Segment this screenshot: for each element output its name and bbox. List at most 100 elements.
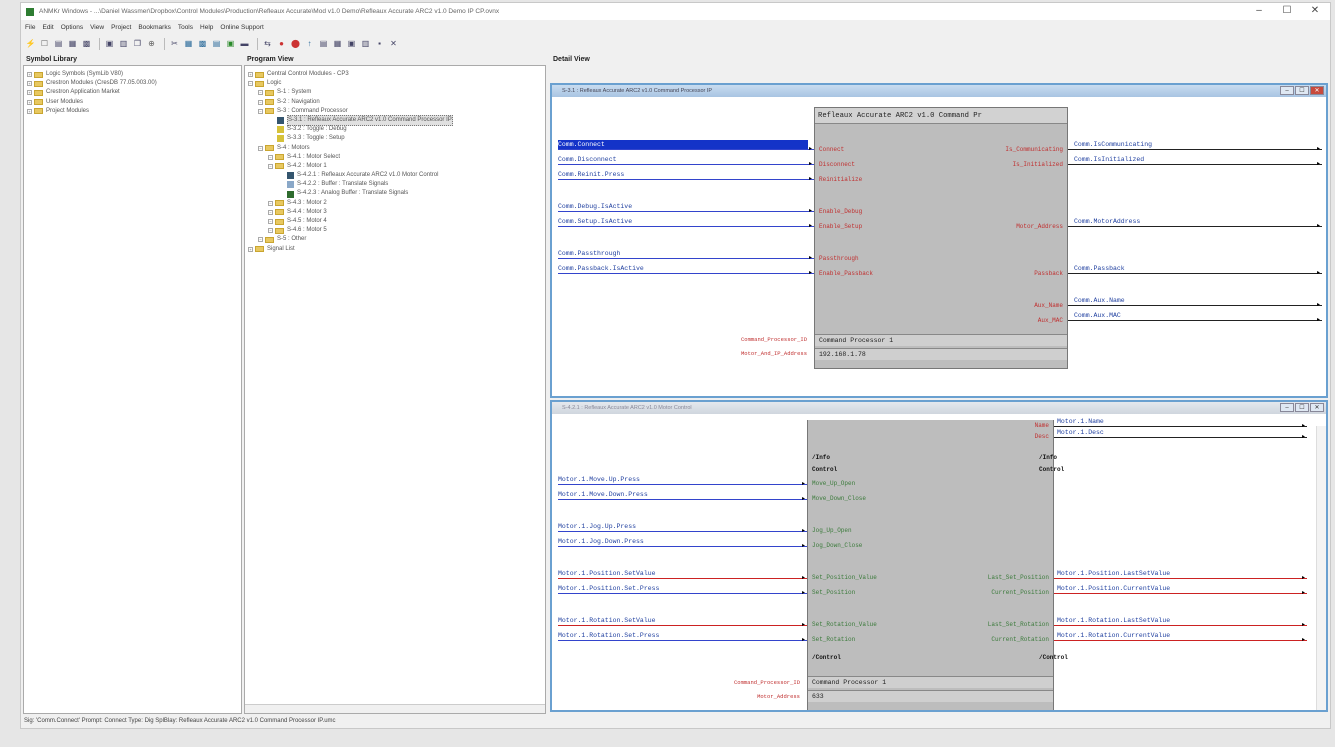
tree-item[interactable]: − S-4.6 : Motor 5 <box>248 226 545 235</box>
signal-name[interactable]: Motor.1.Rotation.CurrentValue <box>1057 631 1170 640</box>
expand-toggle[interactable]: − <box>258 108 263 114</box>
expand-toggle[interactable]: − <box>258 145 263 151</box>
print-preview-icon[interactable]: ▥ <box>118 39 129 50</box>
expand-toggle[interactable]: + <box>27 72 32 78</box>
connect-icon[interactable]: ⇆ <box>262 39 273 50</box>
signal-name[interactable]: Comm.Passback <box>1074 264 1125 273</box>
signal-name[interactable]: Comm.Aux.MAC <box>1074 311 1121 320</box>
cascade-icon[interactable]: ▤ <box>211 39 222 50</box>
tree-item[interactable]: − S-4 : Motors <box>248 144 545 153</box>
tree-item[interactable]: S-4.2.2 : Buffer : Translate Signals <box>248 180 545 189</box>
signal-name[interactable]: Comm.IsCommunicating <box>1074 140 1152 149</box>
stop-icon[interactable]: ● <box>276 39 287 50</box>
maximize-button[interactable]: ☐ <box>1274 5 1300 16</box>
tree-item[interactable]: + Crestron Application Market <box>27 88 241 97</box>
expand-toggle[interactable]: − <box>268 219 273 225</box>
signal-name[interactable]: Comm.MotorAddress <box>1074 217 1140 226</box>
menu-view[interactable]: View <box>90 24 104 31</box>
menu-options[interactable]: Options <box>61 24 83 31</box>
tree-item[interactable]: + Central Control Modules - CP3 <box>248 70 545 79</box>
signal-name[interactable]: Motor.1.Position.CurrentValue <box>1057 584 1170 593</box>
tree-item[interactable]: S-3.3 : Toggle : Setup <box>248 134 545 143</box>
tree-item[interactable]: − S-4.4 : Motor 3 <box>248 208 545 217</box>
menu-file[interactable]: File <box>25 24 35 31</box>
signal-name[interactable]: Comm.Debug.IsActive <box>558 202 632 211</box>
tree-item[interactable]: − S-4.1 : Motor Select <box>248 153 545 162</box>
signal-name[interactable]: Motor.1.Rotation.Set.Press <box>558 631 659 640</box>
window-2-close[interactable]: ✕ <box>1310 403 1324 412</box>
tree-item[interactable]: + User Modules <box>27 98 241 107</box>
window-2-maximize[interactable]: ☐ <box>1295 403 1309 412</box>
open-icon[interactable]: ▤ <box>53 39 64 50</box>
expand-toggle[interactable]: − <box>268 200 273 206</box>
signal-icon[interactable]: ↑ <box>304 39 315 50</box>
list-icon[interactable]: ▤ <box>318 39 329 50</box>
expand-toggle[interactable]: + <box>248 72 253 78</box>
signal-name[interactable]: Comm.Connect <box>558 140 808 149</box>
tree-item[interactable]: S-3.2 : Toggle : Debug <box>248 125 545 134</box>
tree-item[interactable]: S-4.2.1 : Refleaux Accurate ARC2 v1.0 Mo… <box>248 171 545 180</box>
expand-toggle[interactable]: − <box>268 154 273 160</box>
signal-name[interactable]: Motor.1.Position.Set.Press <box>558 584 659 593</box>
tree-item[interactable]: − S-1 : System <box>248 88 545 97</box>
tree-item[interactable]: − S-4.3 : Motor 2 <box>248 199 545 208</box>
signal-name[interactable]: Motor.1.Move.Up.Press <box>558 475 640 484</box>
menu-bookmarks[interactable]: Bookmarks <box>138 24 171 31</box>
menu-project[interactable]: Project <box>111 24 131 31</box>
transfer-icon[interactable]: ▬ <box>239 39 250 50</box>
expand-toggle[interactable]: − <box>268 228 273 234</box>
tree-item[interactable]: + Logic Symbols (SymLib V80) <box>27 70 241 79</box>
signal-name[interactable]: Comm.Aux.Name <box>1074 296 1125 305</box>
grid-icon[interactable]: ▦ <box>183 39 194 50</box>
lightning-icon[interactable]: ⚡ <box>25 39 36 50</box>
function-block[interactable]: Refleaux Accurate ARC2 v1.0 Command Pr C… <box>814 107 1068 369</box>
window-1-close[interactable]: ✕ <box>1310 86 1324 95</box>
close-all-icon[interactable]: ✕ <box>388 39 399 50</box>
signal-name[interactable]: Motor.1.Desc <box>1057 428 1104 437</box>
parameter-field[interactable]: 633 <box>808 690 1053 702</box>
function-block[interactable]: Name Desc/Info/Info Control Control Move_Up_… <box>807 420 1068 710</box>
debug-icon[interactable]: ⬤ <box>290 39 301 50</box>
signal-name[interactable]: Comm.Reinit.Press <box>558 170 624 179</box>
expand-toggle[interactable]: − <box>248 81 253 87</box>
tree-item[interactable]: + Project Modules <box>27 107 241 116</box>
expand-toggle[interactable]: + <box>27 99 32 105</box>
expand-toggle[interactable]: − <box>258 90 263 96</box>
menu-edit[interactable]: Edit <box>42 24 53 31</box>
signal-name[interactable]: Motor.1.Move.Down.Press <box>558 490 648 499</box>
tree-item[interactable]: − S-4.2 : Motor 1 <box>248 162 545 171</box>
menu-tools[interactable]: Tools <box>178 24 193 31</box>
motor-control-window[interactable]: S-4.2.1 : Refleaux Accurate ARC2 v1.0 Mo… <box>550 400 1328 712</box>
window-1-maximize[interactable]: ☐ <box>1295 86 1309 95</box>
expand-toggle[interactable]: − <box>258 99 263 105</box>
command-processor-window[interactable]: S-3.1 : Refleaux Accurate ARC2 v1.0 Comm… <box>550 83 1328 398</box>
parameter-field[interactable]: Command Processor 1 <box>815 334 1067 346</box>
new-file-icon[interactable]: ☐ <box>39 39 50 50</box>
signal-name[interactable]: Comm.IsInitialized <box>1074 155 1144 164</box>
tree-item[interactable]: − S-5 : Other <box>248 235 545 244</box>
menu-help[interactable]: Help <box>200 24 213 31</box>
signal-name[interactable]: Motor.1.Jog.Up.Press <box>558 522 636 531</box>
copy-icon[interactable]: ❐ <box>132 39 143 50</box>
tree-item[interactable]: + Crestron Modules (CresDB 77.05.003.00) <box>27 79 241 88</box>
tree-item[interactable]: + Signal List <box>248 245 545 254</box>
signal-name[interactable]: Comm.Disconnect <box>558 155 617 164</box>
tree-item[interactable]: − Logic <box>248 79 545 88</box>
compile-icon[interactable]: ▣ <box>225 39 236 50</box>
save-all-icon[interactable]: ▩ <box>81 39 92 50</box>
tree-item[interactable]: S-3.1 : Refleaux Accurate ARC2 v1.0 Comm… <box>248 114 545 127</box>
signal-name[interactable]: Comm.Setup.IsActive <box>558 217 632 226</box>
parameter-field[interactable]: 192.168.1.78 <box>815 348 1067 360</box>
tree-item[interactable]: − S-4.5 : Motor 4 <box>248 217 545 226</box>
signal-name[interactable]: Motor.1.Rotation.SetValue <box>558 616 656 625</box>
tree-item[interactable]: S-4.2.3 : Analog Buffer : Translate Sign… <box>248 189 545 198</box>
expand-toggle[interactable]: − <box>258 237 263 243</box>
tile-icon[interactable]: ▩ <box>197 39 208 50</box>
vertical-scrollbar[interactable] <box>1316 426 1326 710</box>
expand-toggle[interactable]: − <box>268 209 273 215</box>
window-1-minimize[interactable]: – <box>1280 86 1294 95</box>
signal-name[interactable]: Comm.Passback.IsActive <box>558 264 644 273</box>
expand-toggle[interactable]: + <box>27 108 32 114</box>
table-icon[interactable]: ▦ <box>332 39 343 50</box>
horizontal-scrollbar[interactable] <box>245 704 545 713</box>
